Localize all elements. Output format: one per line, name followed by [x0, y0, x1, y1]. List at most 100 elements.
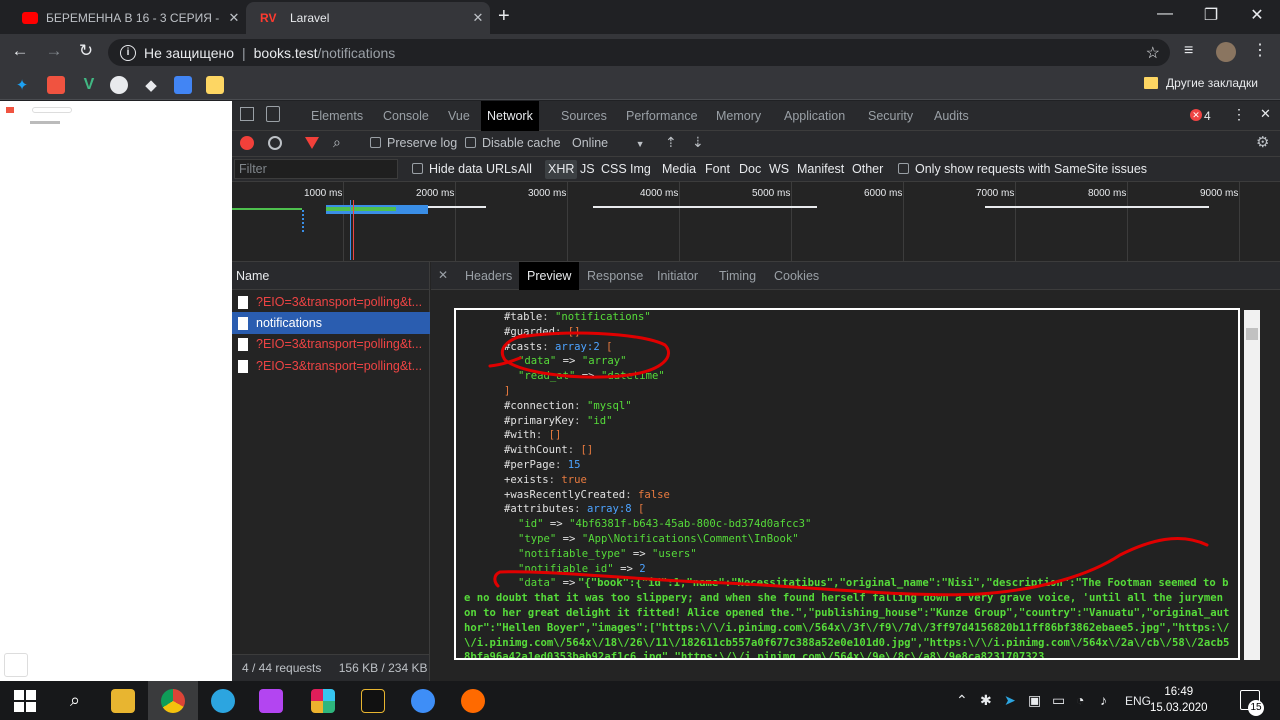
search-button[interactable]: ⌕ [50, 681, 100, 720]
maximize-button[interactable]: ❐ [1188, 5, 1234, 25]
avatar[interactable] [1216, 42, 1236, 62]
tab-timing[interactable]: Timing [711, 262, 764, 290]
window-close-button[interactable]: ✕ [1234, 5, 1280, 25]
new-tab-button[interactable]: + [498, 5, 510, 28]
tab-initiator[interactable]: Initiator [649, 262, 706, 290]
filter-type-all[interactable]: All [518, 162, 532, 176]
taskbar-telegram[interactable] [198, 681, 248, 720]
filter-type-media[interactable]: Media [662, 162, 696, 176]
filter-icon[interactable] [305, 137, 319, 149]
github-icon[interactable] [110, 76, 128, 94]
preview-scrollbar[interactable] [1244, 310, 1260, 660]
taskbar-music[interactable] [448, 681, 498, 720]
tab-preview[interactable]: Preview [519, 262, 580, 290]
forward-icon[interactable]: → [42, 41, 66, 61]
error-icon[interactable]: ✕ [1190, 109, 1202, 121]
back-icon[interactable]: ← [8, 41, 32, 61]
taskbar-app[interactable] [348, 681, 398, 720]
disable-cache-checkbox[interactable]: Disable cache [465, 136, 561, 150]
devtools-close-icon[interactable]: ✕ [1260, 106, 1271, 122]
minimize-button[interactable]: — [1142, 5, 1188, 23]
panel-memory[interactable]: Memory [710, 101, 767, 131]
media-control-icon[interactable]: ≡ [1184, 42, 1193, 60]
panel-performance[interactable]: Performance [620, 101, 704, 131]
taskbar-explorer[interactable] [98, 681, 148, 720]
slack-tray-icon[interactable]: ✱ [980, 692, 992, 709]
panel-vue[interactable]: Vue [442, 101, 476, 131]
chevron-up-icon[interactable]: ⌃ [956, 692, 968, 709]
panel-sources[interactable]: Sources [555, 101, 613, 131]
filter-type-js[interactable]: JS [580, 162, 595, 176]
taskbar-todo[interactable] [398, 681, 448, 720]
filter-type-font[interactable]: Font [705, 162, 730, 176]
same-site-checkbox[interactable]: Only show requests with SameSite issues [898, 162, 1147, 176]
extension-icon[interactable]: ◆ [142, 76, 160, 94]
panel-audits[interactable]: Audits [928, 101, 975, 131]
clock[interactable]: 16:49 15.03.2020 [1150, 684, 1208, 716]
filter-type-manifest[interactable]: Manifest [797, 162, 844, 176]
filter-type-doc[interactable]: Doc [739, 162, 761, 176]
request-row[interactable]: ?EIO=3&transport=polling&t... [232, 355, 430, 377]
panel-security[interactable]: Security [862, 101, 919, 131]
scrollbar-thumb[interactable] [1246, 328, 1258, 340]
preserve-log-checkbox[interactable]: Preserve log [370, 136, 457, 150]
vue-icon[interactable]: V [80, 76, 98, 94]
gear-icon[interactable]: ⚙ [1256, 133, 1269, 151]
tab-response[interactable]: Response [579, 262, 651, 290]
tray-app-icon[interactable]: ▣ [1028, 692, 1041, 709]
address-bar[interactable]: i Не защищено | books.test/notifications… [108, 39, 1170, 66]
filter-type-ws[interactable]: WS [769, 162, 789, 176]
page-search-input[interactable] [32, 107, 72, 113]
import-har-icon[interactable]: ⇡ [665, 134, 677, 151]
filter-type-img[interactable]: Img [630, 162, 651, 176]
export-har-icon[interactable]: ⇣ [692, 134, 704, 151]
search-icon[interactable]: ⌕ [333, 134, 341, 151]
close-icon[interactable]: ✕ [466, 10, 490, 26]
request-row[interactable]: ?EIO=3&transport=polling&t... [232, 291, 430, 313]
request-row[interactable]: notifications [232, 312, 430, 334]
taskbar-phpstorm[interactable] [246, 681, 296, 720]
panel-network[interactable]: Network [481, 101, 539, 131]
record-icon[interactable] [240, 136, 254, 150]
info-icon[interactable]: i [120, 44, 136, 61]
bookmark-star-icon[interactable]: ☆ [1146, 43, 1160, 63]
response-preview[interactable]: #table: "notifications" #guarded: [] #ca… [454, 308, 1240, 660]
wifi-icon[interactable]: ◔ [1076, 692, 1084, 708]
close-icon[interactable]: ✕ [222, 10, 246, 26]
request-row[interactable]: ?EIO=3&transport=polling&t... [232, 333, 430, 355]
laravel-icon[interactable] [47, 76, 65, 94]
filter-type-other[interactable]: Other [852, 162, 883, 176]
tab-headers[interactable]: Headers [457, 262, 520, 290]
filter-input[interactable]: Filter [234, 159, 398, 179]
panel-application[interactable]: Application [778, 101, 851, 131]
panel-elements[interactable]: Elements [305, 101, 369, 131]
reload-icon[interactable]: ↻ [74, 41, 98, 61]
devtools-menu-icon[interactable]: ⋮ [1232, 106, 1246, 123]
panel-console[interactable]: Console [377, 101, 435, 131]
taskbar-slack[interactable] [298, 681, 348, 720]
taskbar-chrome[interactable] [148, 681, 198, 720]
google-translate-icon[interactable] [174, 76, 192, 94]
other-bookmarks[interactable]: Другие закладки [1144, 76, 1258, 90]
browser-tab-youtube[interactable]: БЕРЕМЕННА В 16 - 3 СЕРИЯ - Yo ✕ [8, 2, 246, 34]
tab-cookies[interactable]: Cookies [766, 262, 827, 290]
telegram-tray-icon[interactable]: ➤ [1004, 692, 1016, 709]
close-detail-icon[interactable]: ✕ [438, 268, 448, 282]
name-column-header[interactable]: Name [232, 262, 430, 290]
hide-data-urls-checkbox[interactable]: Hide data URLs [412, 162, 517, 176]
twitter-icon[interactable]: ✦ [13, 76, 31, 94]
filter-type-css[interactable]: CSS [601, 162, 627, 176]
start-button[interactable] [0, 681, 50, 720]
page-viewport[interactable] [0, 101, 232, 681]
filter-type-xhr[interactable]: XHR [545, 160, 578, 179]
language-indicator[interactable]: ENG [1125, 694, 1151, 708]
throttling-select[interactable]: Online ▼ [572, 136, 645, 150]
clear-icon[interactable] [268, 136, 282, 150]
browser-tab-laravel[interactable]: RV Laravel ✕ [246, 2, 490, 34]
menu-icon[interactable]: ⋮ [1252, 40, 1268, 60]
volume-icon[interactable]: ♪ [1100, 692, 1107, 708]
network-icon[interactable]: ▭ [1052, 692, 1065, 709]
device-toolbar-icon[interactable] [266, 106, 280, 122]
bookmark-icon[interactable] [206, 76, 224, 94]
inspect-icon[interactable] [240, 107, 254, 121]
